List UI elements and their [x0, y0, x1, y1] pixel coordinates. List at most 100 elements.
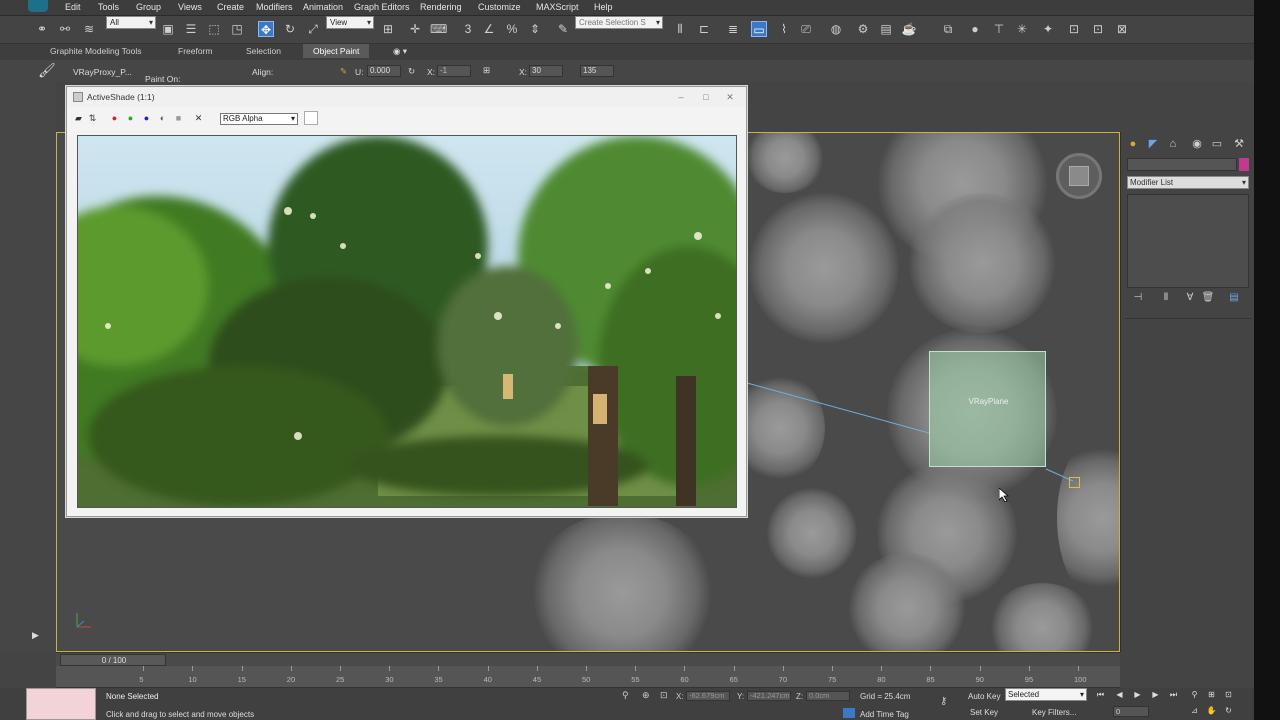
menu-group[interactable]: Group [136, 2, 161, 12]
pivot-center-icon[interactable]: ⊞ [380, 21, 396, 37]
extra-tool-1-icon[interactable]: ⊡ [1066, 21, 1082, 37]
menu-views[interactable]: Views [178, 2, 202, 12]
named-selection-dropdown[interactable]: Create Selection S [575, 16, 663, 29]
viewcube-icon[interactable] [1056, 153, 1102, 199]
viewport-menu-play-icon[interactable]: ▶ [32, 630, 46, 642]
ribbon-options-icon[interactable]: ◉ ▾ [393, 46, 407, 57]
curve-editor-icon[interactable]: ⌇ [776, 21, 792, 37]
coord-y-field[interactable]: -421.247cm [747, 691, 791, 701]
extra-tool-3-icon[interactable]: ⊠ [1114, 21, 1130, 37]
activeshade-titlebar[interactable]: ActiveShade (1:1) – □ ✕ [67, 87, 746, 107]
light-icon[interactable]: ● [967, 21, 983, 37]
object-color-swatch[interactable] [1239, 158, 1249, 171]
key-mode-dropdown[interactable]: Selected [1005, 688, 1087, 701]
reference-coord-dropdown[interactable]: View [326, 16, 374, 29]
rendered-frame-icon[interactable]: ▤ [878, 21, 894, 37]
menu-edit[interactable]: Edit [65, 2, 81, 12]
lock-selection-icon[interactable]: ⚲ [622, 690, 629, 701]
tab-freeform[interactable]: Freeform [178, 46, 212, 56]
layer-manager-icon[interactable]: ≣ [725, 21, 741, 37]
material-editor-icon[interactable]: ◍ [828, 21, 844, 37]
vray-lights-icon[interactable]: ✦ [1040, 21, 1056, 37]
angle-snap-icon[interactable]: ∠ [481, 21, 497, 37]
go-to-end-icon[interactable]: ⏭ [1167, 690, 1180, 700]
save-image-icon[interactable]: ▰ [73, 113, 84, 124]
bind-spacewarp-icon[interactable]: ≋ [81, 21, 97, 37]
light-target-handle[interactable] [1069, 477, 1080, 488]
u-spinner[interactable]: 0.000 [367, 65, 401, 77]
app-logo[interactable] [28, 0, 48, 12]
menu-customize[interactable]: Customize [478, 2, 521, 12]
keyboard-shortcut-icon[interactable]: ⌨ [430, 21, 447, 37]
alpha-channel-icon[interactable]: ◐ [157, 113, 168, 124]
green-channel-icon[interactable]: ● [125, 113, 136, 124]
menu-create[interactable]: Create [217, 2, 244, 12]
unlink-icon[interactable]: ⚯ [57, 21, 73, 37]
paint-icon[interactable]: ✎ [340, 66, 347, 77]
activeshade-render-view[interactable] [77, 135, 737, 508]
align-icon[interactable]: ⊏ [696, 21, 712, 37]
select-by-name-icon[interactable]: ☰ [183, 21, 199, 37]
scale-x-spinner[interactable]: 30 [529, 65, 563, 77]
coord-x-field[interactable]: -62.679cm [686, 691, 730, 701]
modifier-list-dropdown[interactable]: Modifier List [1127, 176, 1249, 189]
menu-modifiers[interactable]: Modifiers [256, 2, 293, 12]
menu-maxscript[interactable]: MAXScript [536, 2, 579, 12]
zoom-all-icon[interactable]: ⊞ [1205, 690, 1218, 700]
clone-window-icon[interactable]: ⇅ [87, 113, 98, 124]
extra-tool-2-icon[interactable]: ⊡ [1090, 21, 1106, 37]
maxscript-listener-mini[interactable] [26, 688, 96, 720]
transform-type-in-icon[interactable]: ⊡ [660, 690, 668, 701]
minimize-button[interactable]: – [672, 92, 690, 103]
tab-graphite-modeling-tools[interactable]: Graphite Modeling Tools [50, 46, 142, 56]
show-end-result-icon[interactable]: Ⅱ [1159, 292, 1173, 306]
viewport-layout-icon[interactable]: ⧉ [940, 21, 956, 37]
modifier-stack[interactable] [1127, 194, 1249, 288]
configure-modifier-sets-icon[interactable]: ▤ [1227, 292, 1241, 306]
percent-snap-icon[interactable]: % [504, 21, 520, 37]
time-tag-icon[interactable] [843, 708, 855, 718]
go-to-start-icon[interactable]: ⏮ [1094, 690, 1107, 700]
graphite-toggle-icon[interactable]: ▭ [751, 21, 767, 37]
menu-graph-editors[interactable]: Graph Editors [354, 2, 410, 12]
selection-filter-dropdown[interactable]: All [106, 16, 156, 29]
orbit-icon[interactable]: ↻ [1222, 706, 1235, 716]
menu-animation[interactable]: Animation [303, 2, 343, 12]
tab-selection[interactable]: Selection [246, 46, 281, 56]
manipulate-icon[interactable]: ✛ [407, 21, 423, 37]
modify-tab-icon[interactable]: ◤ [1145, 136, 1161, 152]
scale-icon[interactable]: ⊞ [483, 65, 490, 76]
coord-z-field[interactable]: 0.0cm [806, 691, 850, 701]
menu-help[interactable]: Help [594, 2, 613, 12]
window-crossing-icon[interactable]: ◳ [229, 21, 245, 37]
zoom-extents-icon[interactable]: ⊡ [1222, 690, 1235, 700]
vray-toolbar-icon[interactable]: ⊤ [991, 21, 1007, 37]
hierarchy-tab-icon[interactable]: ⌂ [1165, 136, 1181, 152]
mirror-icon[interactable]: ⫴ [672, 21, 688, 37]
maximize-button[interactable]: □ [697, 92, 715, 103]
pixel-color-swatch[interactable] [304, 111, 318, 125]
channel-display-dropdown[interactable]: RGB Alpha [220, 113, 298, 125]
menu-rendering[interactable]: Rendering [420, 2, 462, 12]
region-select-icon[interactable]: ⬚ [206, 21, 222, 37]
tab-object-paint[interactable]: Object Paint [303, 44, 370, 58]
add-time-tag[interactable]: Add Time Tag [860, 710, 909, 719]
previous-frame-icon[interactable]: ◀ [1113, 690, 1126, 700]
x-spinner[interactable]: -1 [437, 65, 471, 77]
play-icon[interactable]: ▶ [1131, 690, 1144, 700]
close-button[interactable]: ✕ [721, 92, 739, 103]
absolute-mode-icon[interactable]: ⊕ [642, 690, 650, 701]
menu-tools[interactable]: Tools [98, 2, 119, 12]
snaps-toggle-icon[interactable]: 3 [460, 21, 476, 37]
select-move-icon[interactable]: ✥ [258, 21, 274, 37]
schematic-view-icon[interactable]: ⎚ [798, 21, 814, 37]
pan-icon[interactable]: ✋ [1205, 706, 1218, 716]
select-object-icon[interactable]: ▣ [160, 21, 176, 37]
utilities-tab-icon[interactable]: ⚒ [1231, 136, 1247, 152]
make-unique-icon[interactable]: ∀ [1183, 292, 1197, 306]
trackbar[interactable]: 5 10 15 20 25 30 35 40 45 50 55 60 65 70 75 80 85 90 95 100 [56, 666, 1120, 688]
rotate-icon[interactable]: ↻ [408, 66, 415, 77]
auto-key-button[interactable]: Auto Key [968, 692, 1000, 701]
remove-modifier-icon[interactable]: 🗑 [1201, 292, 1215, 306]
vray-plane-light[interactable]: VRayPlane [929, 351, 1046, 467]
